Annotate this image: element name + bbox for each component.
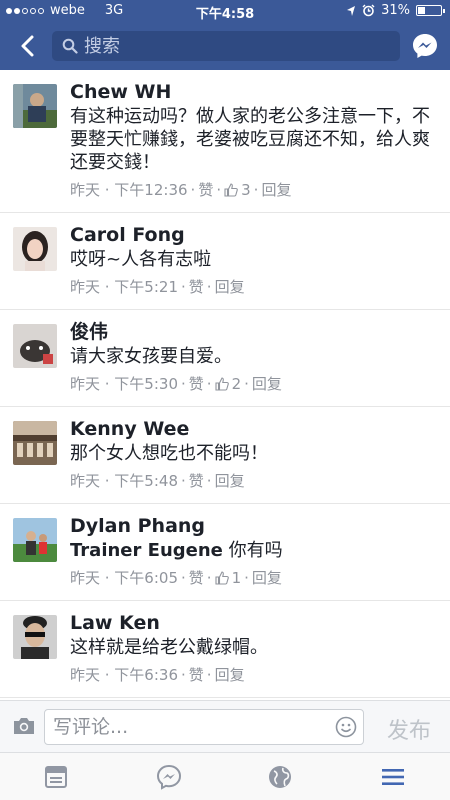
separator: · bbox=[206, 569, 212, 587]
like-count[interactable]: 2 bbox=[232, 374, 242, 394]
search-bar[interactable] bbox=[52, 31, 400, 61]
separator: · bbox=[253, 181, 259, 199]
separator: · bbox=[244, 569, 249, 587]
camera-icon[interactable] bbox=[12, 716, 36, 736]
messenger-tab-icon[interactable] bbox=[155, 763, 183, 791]
location-arrow-icon bbox=[347, 5, 356, 16]
separator: · bbox=[206, 278, 212, 296]
thumbs-up-icon bbox=[215, 377, 229, 391]
comment-time: 昨天 · 下午12:36 bbox=[70, 181, 188, 199]
comment-text: 哎呀~人各有志啦 bbox=[70, 249, 212, 270]
reply-button[interactable]: 回复 bbox=[252, 568, 282, 588]
avatar[interactable] bbox=[13, 324, 57, 368]
separator: · bbox=[181, 666, 186, 684]
like-button[interactable]: 赞 bbox=[189, 374, 204, 394]
comment-item: Chew WH 有这种运动吗？做人家的老公多注意一下，不要整天忙赚錢，老婆被吃豆… bbox=[0, 70, 450, 213]
comment-text: Trainer Eugene 你有吗 bbox=[70, 539, 436, 562]
status-bar: webe 3G 下午4:58 31% bbox=[0, 0, 450, 22]
comment-input-box[interactable] bbox=[44, 709, 364, 745]
reply-button[interactable]: 回复 bbox=[252, 374, 282, 394]
avatar[interactable] bbox=[13, 84, 57, 128]
like-button[interactable]: 赞 bbox=[189, 665, 204, 685]
comment-time: 昨天 · 下午5:30 bbox=[70, 375, 178, 393]
comment-item: Dylan Phang Trainer Eugene 你有吗 昨天 · 下午6:… bbox=[0, 504, 450, 601]
navigation-bar bbox=[0, 22, 450, 70]
comment-time: 昨天 · 下午5:48 bbox=[70, 472, 178, 490]
back-chevron-icon[interactable] bbox=[14, 32, 42, 60]
reply-button[interactable]: 回复 bbox=[261, 180, 291, 200]
comment-meta: 昨天 · 下午6:36 · 赞 · 回复 bbox=[70, 665, 436, 685]
comment-item: Kenny Wee 那个女人想吃也不能吗！ 昨天 · 下午5:48 · 赞 · … bbox=[0, 407, 450, 504]
separator: · bbox=[206, 472, 212, 490]
avatar[interactable] bbox=[13, 518, 57, 562]
comment-time: 昨天 · 下午6:05 bbox=[70, 569, 178, 587]
reply-button[interactable]: 回复 bbox=[215, 277, 245, 297]
battery-percent: 31% bbox=[381, 3, 410, 18]
commenter-name[interactable]: Chew WH bbox=[70, 80, 436, 104]
comment-meta: 昨天 · 下午5:21 · 赞 · 回复 bbox=[70, 277, 436, 297]
thumbs-up-icon bbox=[215, 571, 229, 585]
avatar[interactable] bbox=[13, 421, 57, 465]
like-button[interactable]: 赞 bbox=[198, 180, 213, 200]
emoji-icon[interactable] bbox=[335, 716, 357, 738]
commenter-name[interactable]: 俊伟 bbox=[70, 320, 436, 344]
comment-meta: 昨天 · 下午12:36 · 赞 · 3 · 回复 bbox=[70, 180, 436, 200]
avatar[interactable] bbox=[13, 227, 57, 271]
comment-text: 这样就是给老公戴绿帽。 bbox=[70, 637, 268, 658]
separator: · bbox=[181, 278, 186, 296]
battery-icon bbox=[416, 5, 445, 16]
comment-item: Law Ken 这样就是给老公戴绿帽。 昨天 · 下午6:36 · 赞 · 回复 bbox=[0, 601, 450, 698]
separator: · bbox=[244, 375, 249, 393]
like-button[interactable]: 赞 bbox=[189, 471, 204, 491]
alarm-icon bbox=[362, 4, 375, 17]
reply-button[interactable]: 回复 bbox=[215, 665, 245, 685]
separator: · bbox=[181, 472, 186, 490]
commenter-name[interactable]: Carol Fong bbox=[70, 223, 436, 247]
feed-icon[interactable] bbox=[42, 763, 70, 791]
like-button[interactable]: 赞 bbox=[189, 277, 204, 297]
separator: · bbox=[181, 569, 186, 587]
comment-text: 那个女人想吃也不能吗！ bbox=[70, 443, 268, 464]
comment-meta: 昨天 · 下午6:05 · 赞 · 1 · 回复 bbox=[70, 568, 436, 588]
globe-icon[interactable] bbox=[266, 763, 294, 791]
messenger-icon[interactable] bbox=[410, 31, 440, 61]
post-button[interactable]: 发布 bbox=[374, 713, 444, 744]
separator: · bbox=[181, 375, 186, 393]
like-button[interactable]: 赞 bbox=[189, 568, 204, 588]
commenter-name[interactable]: Dylan Phang bbox=[70, 514, 436, 538]
separator: · bbox=[206, 375, 212, 393]
comment-input[interactable] bbox=[53, 716, 333, 738]
mentioned-user[interactable]: Trainer Eugene bbox=[70, 540, 223, 561]
comment-list: Chew WH 有这种运动吗？做人家的老公多注意一下，不要整天忙赚錢，老婆被吃豆… bbox=[0, 70, 450, 700]
comment-time: 昨天 · 下午5:21 bbox=[70, 278, 178, 296]
comment-meta: 昨天 · 下午5:48 · 赞 · 回复 bbox=[70, 471, 436, 491]
separator: · bbox=[190, 181, 196, 199]
comment-text-body: 你有吗 bbox=[228, 540, 283, 561]
comment-text: 请大家女孩要自爱。 bbox=[70, 346, 232, 367]
tab-bar bbox=[0, 752, 450, 800]
comment-item: 俊伟 请大家女孩要自爱。 昨天 · 下午5:30 · 赞 · 2 · 回复 bbox=[0, 310, 450, 407]
separator: · bbox=[206, 666, 212, 684]
thumbs-up-icon bbox=[224, 183, 238, 197]
comment-text: 有这种运动吗？做人家的老公多注意一下，不要整天忙赚錢，老婆被吃豆腐还不知，给人爽… bbox=[70, 106, 430, 173]
separator: · bbox=[216, 181, 222, 199]
comment-item: Carol Fong 哎呀~人各有志啦 昨天 · 下午5:21 · 赞 · 回复 bbox=[0, 213, 450, 310]
search-input[interactable] bbox=[84, 35, 384, 57]
comment-time: 昨天 · 下午6:36 bbox=[70, 666, 178, 684]
menu-icon[interactable] bbox=[379, 763, 407, 791]
comment-meta: 昨天 · 下午5:30 · 赞 · 2 · 回复 bbox=[70, 374, 436, 394]
avatar[interactable] bbox=[13, 615, 57, 659]
like-count[interactable]: 1 bbox=[232, 568, 242, 588]
commenter-name[interactable]: Law Ken bbox=[70, 611, 436, 635]
comment-composer: 发布 bbox=[0, 700, 450, 752]
reply-button[interactable]: 回复 bbox=[215, 471, 245, 491]
commenter-name[interactable]: Kenny Wee bbox=[70, 417, 436, 441]
like-count[interactable]: 3 bbox=[241, 180, 251, 200]
search-icon bbox=[62, 38, 78, 54]
